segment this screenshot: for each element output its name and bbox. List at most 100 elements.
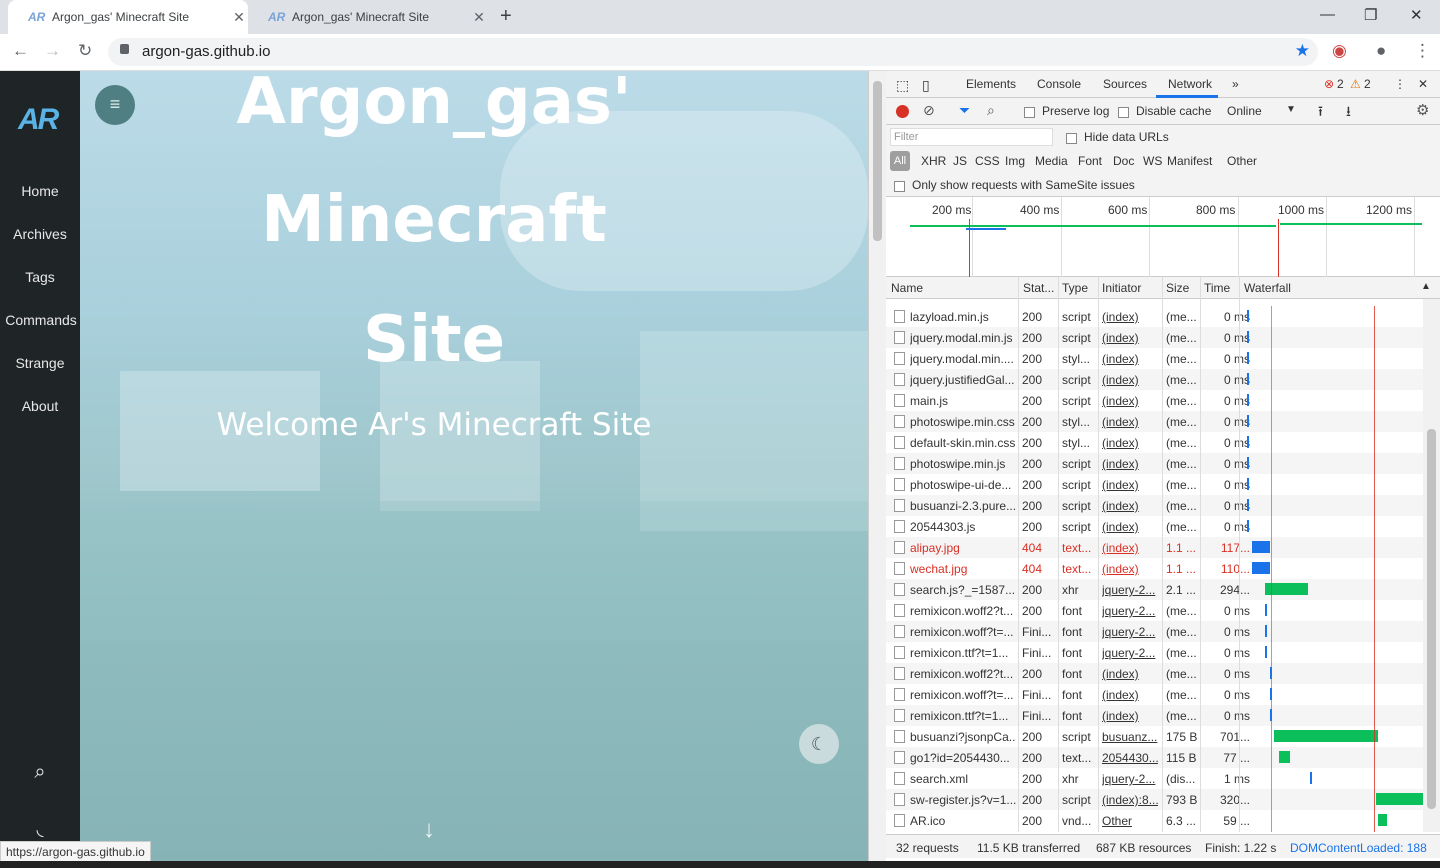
type-all[interactable]: All <box>890 151 910 171</box>
more-tabs-icon[interactable]: » <box>1232 77 1239 91</box>
col-waterfall[interactable]: Waterfall <box>1244 281 1291 295</box>
table-row[interactable]: busuanzi?jsonpCa... 200 script busuanz... 17… <box>886 726 1423 747</box>
tab-console[interactable]: Console <box>1037 77 1081 91</box>
devtools-menu-icon[interactable]: ⋮ <box>1394 77 1406 91</box>
nav-about[interactable]: About <box>0 398 80 414</box>
cell-initiator[interactable]: (index) <box>1102 541 1158 555</box>
error-count-icon[interactable]: ⊗ <box>1324 77 1334 91</box>
network-overview-timeline[interactable]: 200 ms 400 ms 600 ms 800 ms 1000 ms 1200… <box>886 197 1440 277</box>
col-initiator[interactable]: Initiator <box>1102 281 1141 295</box>
throttle-select[interactable]: Online <box>1227 104 1262 118</box>
profile-avatar-icon[interactable]: ● <box>1376 41 1386 61</box>
cell-initiator[interactable]: (index) <box>1102 688 1158 702</box>
cell-initiator[interactable]: (index) <box>1102 394 1158 408</box>
new-tab-button[interactable]: + <box>500 5 512 28</box>
col-type[interactable]: Type <box>1062 281 1088 295</box>
table-row[interactable]: search.js?_=1587... 200 xhr jquery-2... 2.1 … <box>886 579 1423 600</box>
back-icon[interactable]: ← <box>12 41 29 61</box>
extension-icon[interactable]: ◉ <box>1332 41 1347 61</box>
table-row[interactable]: remixicon.ttf?t=1... Fini... font jquery-2.… <box>886 642 1423 663</box>
cell-initiator[interactable]: (index) <box>1102 436 1158 450</box>
restore-window-icon[interactable]: ❐ <box>1364 6 1377 24</box>
table-row[interactable]: jquery.modal.min.js 200 script (index) (me..… <box>886 327 1423 348</box>
record-icon[interactable] <box>896 105 909 118</box>
type-ws[interactable]: WS <box>1143 154 1162 168</box>
sort-up-icon[interactable]: ▲ <box>1421 281 1431 292</box>
browser-menu-icon[interactable]: ⋮ <box>1414 41 1431 61</box>
cell-initiator[interactable]: (index) <box>1102 457 1158 471</box>
type-js[interactable]: JS <box>953 154 967 168</box>
disable-cache-checkbox[interactable] <box>1118 105 1129 119</box>
cell-initiator[interactable]: (index) <box>1102 667 1158 681</box>
site-logo[interactable]: AR <box>18 103 59 137</box>
col-size[interactable]: Size <box>1166 281 1189 295</box>
network-settings-gear-icon[interactable]: ⚙ <box>1416 101 1429 119</box>
table-row[interactable]: remixicon.woff?t=... Fini... font jquery-2.… <box>886 621 1423 642</box>
cell-initiator[interactable]: 2054430... <box>1102 751 1158 765</box>
cell-initiator[interactable]: (index) <box>1102 520 1158 534</box>
cell-initiator[interactable]: (index) <box>1102 562 1158 576</box>
table-row[interactable]: lazyload.min.js 200 script (index) (me... 0 m… <box>886 306 1423 327</box>
table-row[interactable]: busuanzi-2.3.pure.... 200 script (index) (me… <box>886 495 1423 516</box>
browser-tab-active[interactable]: AR Argon_gas' Minecraft Site ✕ <box>8 0 248 34</box>
page-scrollbar[interactable] <box>873 81 882 241</box>
throttle-dropdown-icon[interactable]: ▼ <box>1286 104 1296 115</box>
table-row[interactable]: remixicon.woff?t=... Fini... font (index) (m… <box>886 684 1423 705</box>
cell-initiator[interactable]: (index) <box>1102 709 1158 723</box>
table-row[interactable]: AR.ico 200 vnd... Other 6.3 ... 59 ... <box>886 810 1423 831</box>
table-row[interactable]: wechat.jpg 404 text... (index) 1.1 ... 110... <box>886 558 1423 579</box>
type-font[interactable]: Font <box>1078 154 1102 168</box>
browser-tab[interactable]: AR Argon_gas' Minecraft Site ✕ <box>248 0 488 34</box>
close-devtools-icon[interactable]: ✕ <box>1418 77 1428 91</box>
cell-initiator[interactable]: jquery-2... <box>1102 604 1158 618</box>
cell-initiator[interactable]: (index) <box>1102 331 1158 345</box>
filter-input[interactable]: Filter <box>890 128 1053 146</box>
table-row[interactable]: alipay.jpg 404 text... (index) 1.1 ... 117... <box>886 537 1423 558</box>
table-row[interactable]: default-skin.min.css 200 styl... (index) (me… <box>886 432 1423 453</box>
hide-data-urls-checkbox[interactable] <box>1066 131 1077 145</box>
type-xhr[interactable]: XHR <box>921 154 946 168</box>
address-bar[interactable]: argon-gas.github.io ★ <box>108 38 1318 66</box>
cell-initiator[interactable]: (index):8... <box>1102 793 1158 807</box>
clear-icon[interactable]: ⊘ <box>923 102 935 119</box>
tab-network[interactable]: Network <box>1168 77 1212 91</box>
filter-icon[interactable]: ⏷ <box>959 102 970 119</box>
cell-initiator[interactable]: jquery-2... <box>1102 646 1158 660</box>
nav-strange[interactable]: Strange <box>0 355 80 371</box>
cell-initiator[interactable]: (index) <box>1102 499 1158 513</box>
cell-initiator[interactable]: (index) <box>1102 415 1158 429</box>
devtools-splitter[interactable] <box>868 71 886 868</box>
cell-initiator[interactable]: (index) <box>1102 478 1158 492</box>
export-har-icon[interactable]: ⭳ <box>1346 101 1351 125</box>
table-row[interactable]: photoswipe.min.css 200 styl... (index) (me..… <box>886 411 1423 432</box>
table-row[interactable]: photoswipe.min.js 200 script (index) (me... 0… <box>886 453 1423 474</box>
nav-home[interactable]: Home <box>0 183 80 199</box>
scroll-down-arrow-icon[interactable]: ↓ <box>423 816 435 844</box>
close-tab-icon[interactable]: ✕ <box>230 9 248 26</box>
type-doc[interactable]: Doc <box>1113 154 1134 168</box>
table-row[interactable]: photoswipe-ui-de... 200 script (index) (me..… <box>886 474 1423 495</box>
table-row[interactable]: jquery.modal.min.... 200 styl... (index) (me… <box>886 348 1423 369</box>
cell-initiator[interactable]: Other <box>1102 814 1158 828</box>
nav-archives[interactable]: Archives <box>0 226 80 242</box>
type-manifest[interactable]: Manifest <box>1167 154 1212 168</box>
dark-mode-toggle-icon[interactable]: ☾ <box>799 724 839 764</box>
search-icon[interactable]: ⌕ <box>987 102 995 119</box>
warning-count-icon[interactable]: ⚠ <box>1350 77 1361 91</box>
col-time[interactable]: Time <box>1204 281 1230 295</box>
table-row[interactable]: sw-register.js?v=1... 200 script (index):8.… <box>886 789 1423 810</box>
preserve-log-checkbox[interactable] <box>1024 105 1035 119</box>
table-row[interactable]: remixicon.woff2?t... 200 font jquery-2... (m… <box>886 600 1423 621</box>
table-row[interactable]: remixicon.ttf?t=1... Fini... font (index) (m… <box>886 705 1423 726</box>
bookmark-star-icon[interactable]: ★ <box>1295 41 1310 61</box>
table-row[interactable]: go1?id=2054430... 200 text... 2054430... 115… <box>886 747 1423 768</box>
col-status[interactable]: Stat... <box>1023 281 1054 295</box>
close-tab-icon[interactable]: ✕ <box>470 9 488 26</box>
cell-initiator[interactable]: (index) <box>1102 373 1158 387</box>
col-name[interactable]: Name <box>891 281 923 295</box>
cell-initiator[interactable]: jquery-2... <box>1102 583 1158 597</box>
tab-sources[interactable]: Sources <box>1103 77 1147 91</box>
table-row[interactable]: jquery.justifiedGal... 200 script (index) (m… <box>886 369 1423 390</box>
tab-elements[interactable]: Elements <box>966 77 1016 91</box>
nav-tags[interactable]: Tags <box>0 269 80 285</box>
